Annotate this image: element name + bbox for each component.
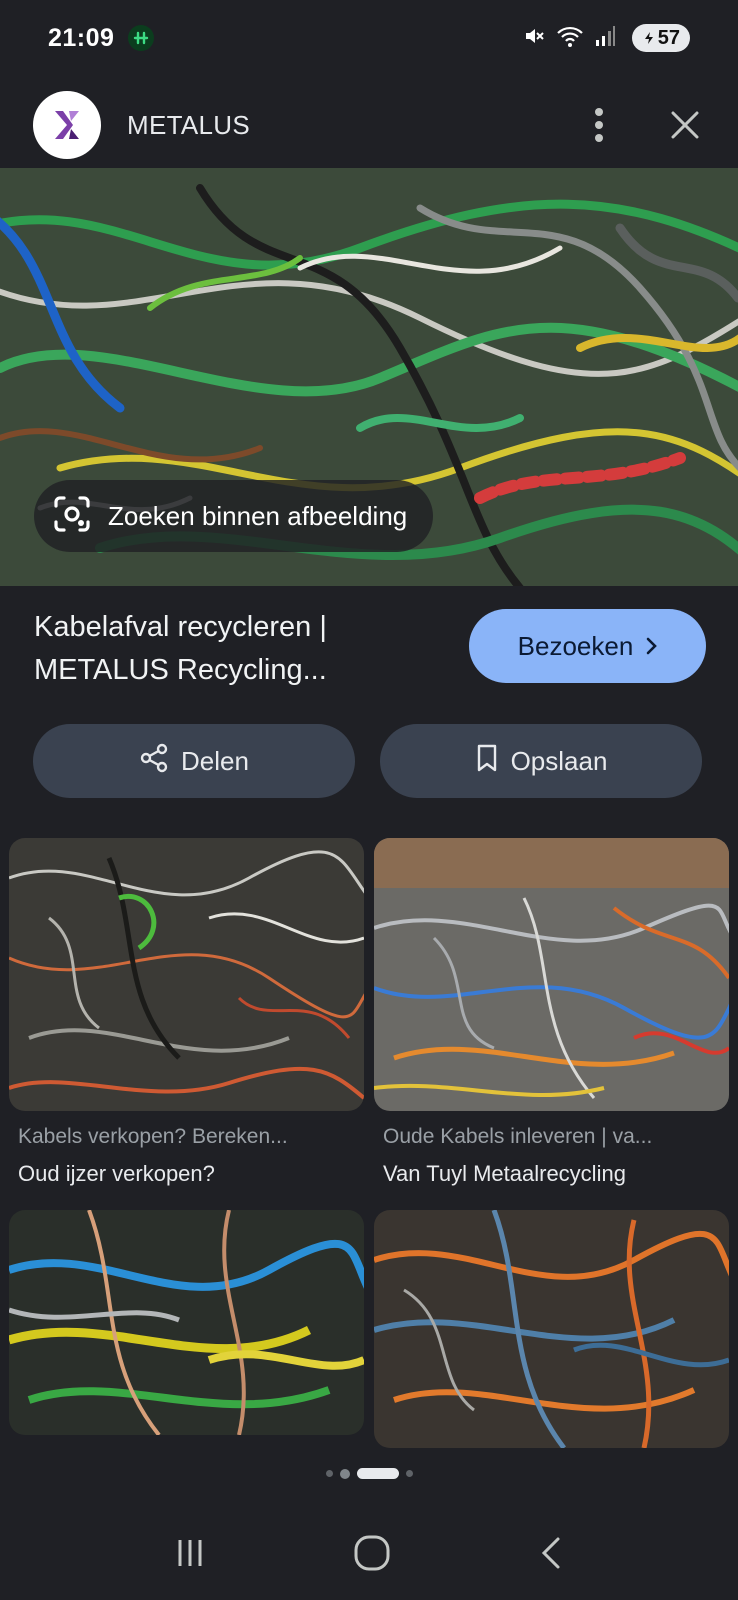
status-bar: 21:09 57 <box>0 0 738 76</box>
related-thumbnail <box>374 838 729 1111</box>
result-title[interactable]: Kabelafval recycleren | METALUS Recyclin… <box>34 606 454 692</box>
related-result[interactable]: Kabels verkopen? Bereken... Oud ijzer ve… <box>9 838 364 1187</box>
related-source: Van Tuyl Metaalrecycling <box>383 1161 626 1186</box>
related-thumbnail <box>9 838 364 1111</box>
search-in-image-label: Zoeken binnen afbeelding <box>108 500 408 531</box>
share-button[interactable]: Delen <box>33 724 355 798</box>
recents-icon[interactable] <box>172 1535 208 1576</box>
related-title: Oude Kabels inleveren | va... <box>383 1125 653 1148</box>
result-title-line1: Kabelafval recycleren | <box>34 611 327 643</box>
related-title: Kabels verkopen? Bereken... <box>18 1125 288 1148</box>
share-icon <box>139 743 169 780</box>
result-title-line2: METALUS Recycling... <box>34 654 327 686</box>
site-name: METALUS <box>127 109 250 140</box>
battery-indicator: 57 <box>631 24 690 52</box>
chevron-right-icon <box>645 631 658 662</box>
pager-dot-active <box>356 1468 399 1479</box>
pager-dot <box>339 1468 350 1479</box>
lens-icon <box>52 494 92 539</box>
related-thumbnail <box>9 1210 364 1435</box>
related-result[interactable] <box>9 1210 364 1449</box>
close-icon[interactable] <box>665 105 705 145</box>
battery-level: 57 <box>657 26 680 49</box>
pager-dot <box>325 1470 333 1477</box>
more-vert-icon[interactable] <box>579 105 619 145</box>
signal-icon <box>594 24 616 53</box>
status-icons: 57 <box>522 24 690 53</box>
visit-button[interactable]: Bezoeken <box>469 609 706 683</box>
back-icon[interactable] <box>536 1535 566 1576</box>
wifi-icon <box>556 24 584 53</box>
pager-dot <box>405 1470 413 1477</box>
bookmark-icon <box>475 743 499 780</box>
site-logo[interactable] <box>33 91 101 159</box>
app-notification-icon <box>128 25 155 51</box>
mute-icon <box>522 24 546 53</box>
viewer-header: METALUS <box>0 80 738 170</box>
related-thumbnail <box>374 1210 729 1448</box>
save-button[interactable]: Opslaan <box>380 724 702 798</box>
status-time: 21:09 <box>48 23 115 52</box>
pager-indicator <box>0 1468 738 1479</box>
search-in-image-button[interactable]: Zoeken binnen afbeelding <box>34 480 434 552</box>
related-result[interactable]: Oude Kabels inleveren | va... Van Tuyl M… <box>374 838 729 1187</box>
share-label: Delen <box>181 745 249 776</box>
save-label: Opslaan <box>510 745 608 776</box>
related-result[interactable] <box>374 1210 729 1448</box>
visit-label: Bezoeken <box>517 630 634 661</box>
home-icon[interactable] <box>352 1533 392 1578</box>
related-source: Oud ijzer verkopen? <box>18 1161 215 1186</box>
main-image[interactable]: Zoeken binnen afbeelding <box>0 168 738 586</box>
system-nav-bar <box>0 1510 738 1600</box>
